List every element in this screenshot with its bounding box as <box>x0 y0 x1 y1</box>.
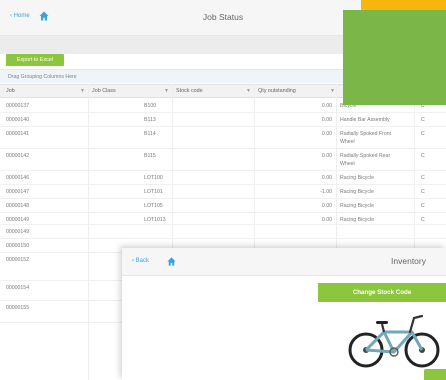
job-cell: 00000152 <box>6 257 30 263</box>
status-cell: C <box>421 203 425 209</box>
job-cell: 00000142 <box>6 153 30 159</box>
description-cell: Radially Spoked Front Wheel <box>340 131 392 145</box>
job-cell: 00000154 <box>6 285 30 291</box>
qty-outstanding-cell: 0.00 <box>321 175 332 181</box>
table-row[interactable]: 00000147 LOT101 -1.00 Racing Bicycle C <box>0 185 446 199</box>
description-cell: Racing Bicycle <box>340 217 375 223</box>
table-row[interactable]: 00000142 B115 0.00 Radially Spoked Rear Whe… <box>0 149 446 171</box>
stock-code-cell: LOT105 <box>144 203 163 209</box>
action-button[interactable] <box>424 369 446 380</box>
stock-code-cell: B115 <box>144 153 156 159</box>
status-cell: C <box>421 131 425 137</box>
job-cell: 00000140 <box>6 117 30 123</box>
column-header-job-class[interactable]: Job Class <box>92 88 116 94</box>
table-row[interactable]: 00000146 LOT100 0.00 Racing Bicycle C <box>0 171 446 185</box>
description-cell: Radially Spoked Rear Wheel <box>340 153 391 167</box>
stock-code-cell: B114 <box>144 131 156 137</box>
job-cell: 00000149 <box>6 229 30 235</box>
description-cell: Racing Bicycle <box>340 203 375 209</box>
status-cell: C <box>421 175 425 181</box>
back-link[interactable]: ‹ Back <box>132 258 149 264</box>
stock-code-cell: B100 <box>144 103 157 109</box>
inventory-title: Inventory <box>391 256 426 266</box>
table-row[interactable]: 00000148 LOT105 0.00 Racing Bicycle C <box>0 199 446 213</box>
green-decorative-square <box>343 10 446 105</box>
status-cell: C <box>421 217 425 223</box>
description-cell: Handle Bar Assembly <box>340 117 390 123</box>
filter-icon[interactable]: ▼ <box>330 88 335 94</box>
job-cell: 00000147 <box>6 189 30 195</box>
job-cell: 00000155 <box>6 305 30 311</box>
change-stock-code-button[interactable]: Change Stock Code <box>318 283 446 302</box>
stock-code-cell: LOT100 <box>144 175 163 181</box>
qty-outstanding-cell: -1.00 <box>320 189 332 195</box>
export-to-excel-button[interactable]: Export to Excel <box>6 54 64 66</box>
table-row[interactable]: 00000140 B113 0.00 Handle Bar Assembly C <box>0 113 446 127</box>
description-cell: Racing Bicycle <box>340 175 375 181</box>
table-row[interactable]: 00000149 LOT1013 0.00 Racing Bicycle C <box>0 213 446 225</box>
bicycle-image <box>348 314 440 368</box>
job-cell: 00000148 <box>6 203 30 209</box>
table-row[interactable]: 00000141 B114 0.00 Radially Spoked Front Wh… <box>0 127 446 149</box>
qty-outstanding-cell: 0.00 <box>321 217 332 223</box>
status-cell: C <box>421 117 425 123</box>
qty-outstanding-cell: 0.00 <box>321 103 332 109</box>
status-cell: C <box>421 189 425 195</box>
home-icon[interactable] <box>166 256 177 267</box>
qty-outstanding-cell: 0.00 <box>321 153 332 159</box>
qty-outstanding-cell: 0.00 <box>321 131 332 137</box>
column-header-job[interactable]: Job <box>6 88 15 94</box>
column-header-stock-code[interactable]: Stock code <box>176 88 203 94</box>
inventory-window: ‹ Back Inventory Change Stock Code <box>122 248 446 380</box>
job-cell: 00000149 <box>6 217 30 223</box>
job-cell: 00000150 <box>6 243 30 249</box>
filter-icon[interactable]: ▼ <box>246 88 251 94</box>
group-drop-hint: Drag Grouping Columns Here <box>8 74 77 80</box>
qty-outstanding-cell: 0.00 <box>321 203 332 209</box>
column-header-qty-outstanding[interactable]: Qty outstanding <box>258 88 296 94</box>
table-row[interactable]: 00000149 <box>0 225 446 239</box>
description-cell: Racing Bicycle <box>340 189 375 195</box>
stock-code-cell: LOT1013 <box>144 217 166 223</box>
status-cell: C <box>421 153 425 159</box>
job-cell: 00000137 <box>6 103 30 109</box>
stock-code-cell: B113 <box>144 117 156 123</box>
job-cell: 00000146 <box>6 175 30 181</box>
inventory-header: ‹ Back Inventory <box>122 248 446 276</box>
filter-icon[interactable]: ▼ <box>164 88 169 94</box>
qty-outstanding-cell: 0.00 <box>321 117 332 123</box>
job-cell: 00000141 <box>6 131 30 137</box>
stock-code-cell: LOT101 <box>144 189 163 195</box>
filter-icon[interactable]: ▼ <box>80 88 85 94</box>
